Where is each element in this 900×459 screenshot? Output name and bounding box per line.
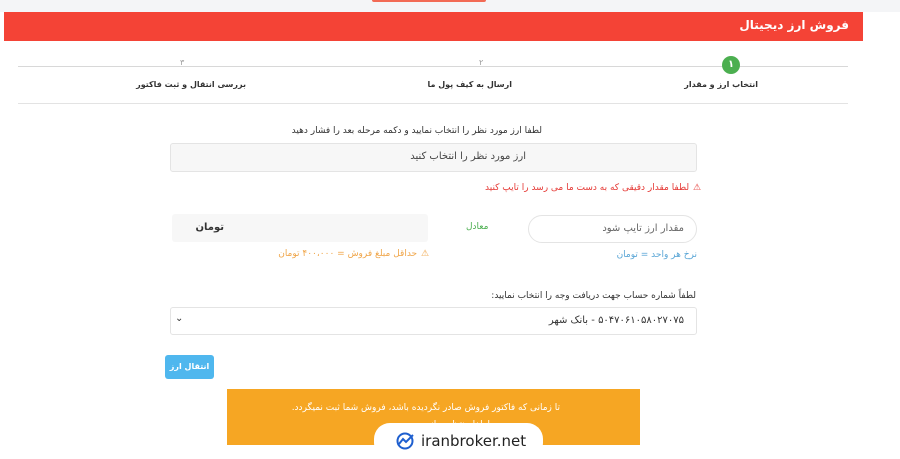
step-2-label: ارسال به کیف پول ما [427,80,512,89]
exact-amount-warning: ⚠ لطفا مقدار دقیقی که به دست ما می رسد ر… [485,183,702,193]
bank-account-selected: ۵۰۴۷۰۶۱۰۵۸۰۲۷۰۷۵ - بانک شهر [548,315,684,326]
stepper-divider [18,103,848,104]
invoice-notice-line1: تا زمانی که فاکتور فروش صادر نگردیده باش… [291,403,560,413]
toman-output-field: تومان [172,214,428,242]
exact-amount-warning-text: لطفا مقدار دقیقی که به دست ما می رسد را … [485,183,690,193]
watermark-brand: iranbroker.net [421,432,527,450]
currency-select-placeholder: ارز مورد نظر را انتخاب کنید [410,151,526,162]
page-title: فروش ارز دیجیتال [739,18,849,32]
equivalent-label: معادل [466,222,489,232]
transfer-currency-button[interactable]: انتقال ارز [165,355,214,379]
step-1-label: انتخاب ارز و مقدار [684,80,758,89]
currency-prompt: لطفا ارز مورد نظر را انتخاب نمایید و دکم… [291,126,542,136]
step-1-indicator[interactable]: ۱ [722,56,740,74]
browser-top-strip [0,0,900,12]
step-2-number: ۲ [479,58,484,67]
min-sale-warning-text: حداقل مبلغ فروش = ۴۰۰،۰۰۰ تومان [278,249,418,259]
chevron-down-icon: ⌄ [175,313,184,324]
trend-chart-icon [396,432,416,454]
step-3-label: بررسی انتقال و ثبت فاکتور [136,80,246,89]
active-tab-indicator [372,0,486,2]
toman-label: تومان [195,222,224,233]
watermark-badge: iranbroker.net [374,423,543,459]
unit-rate-text: نرخ هر واحد = تومان [616,250,697,260]
amount-input-placeholder: مقدار ارز تایپ شود [602,223,684,234]
min-sale-warning: ⚠ حداقل مبلغ فروش = ۴۰۰،۰۰۰ تومان [278,249,430,259]
bank-account-prompt: لطفاً شماره حساب جهت دریافت وجه را انتخا… [491,291,696,301]
currency-select[interactable]: ارز مورد نظر را انتخاب کنید [170,143,697,172]
bank-account-select[interactable]: ۵۰۴۷۰۶۱۰۵۸۰۲۷۰۷۵ - بانک شهر ⌄ [170,307,697,335]
step-3-number: ۳ [180,58,185,67]
page-header: فروش ارز دیجیتال [4,12,863,41]
warning-icon: ⚠ [420,249,430,259]
amount-input[interactable]: مقدار ارز تایپ شود [528,215,697,243]
warning-icon: ⚠ [692,183,702,193]
